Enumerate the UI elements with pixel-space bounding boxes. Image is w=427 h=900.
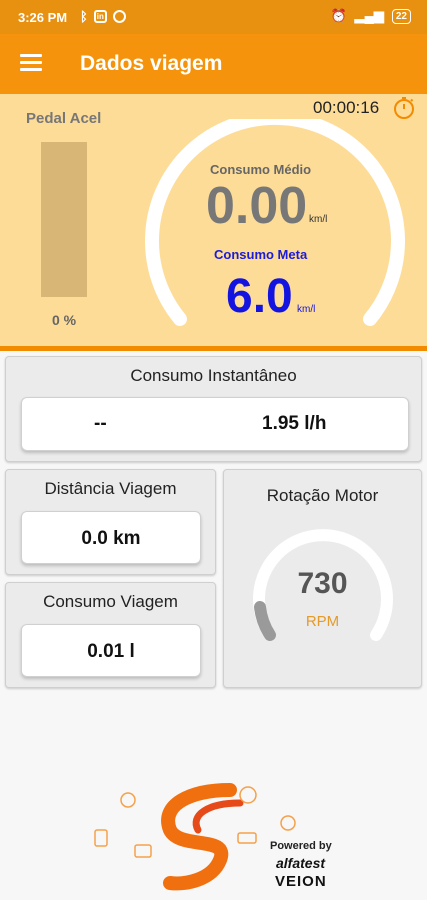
- battery-icon: 22: [391, 8, 411, 24]
- status-notification-icons: ᛒ in: [80, 9, 126, 24]
- menu-icon[interactable]: [20, 54, 42, 72]
- pedal-value: 0 %: [52, 312, 77, 328]
- pedal-bar: [41, 142, 87, 297]
- whatsapp-icon: [112, 10, 126, 23]
- alarm-icon: ⏰: [330, 8, 347, 23]
- alfatest-logo: alfatest: [276, 855, 326, 871]
- instant-consumption-title: Consumo Instantâneo: [130, 366, 297, 385]
- trip-timer: 00:00:16: [313, 98, 380, 117]
- consumo-meta-unit: km/l: [297, 304, 316, 315]
- distance-title: Distância Viagem: [44, 479, 177, 498]
- powered-by-label: Powered by: [270, 840, 332, 852]
- rpm-value: 730: [297, 567, 348, 600]
- rpm-title: Rotação Motor: [266, 486, 379, 505]
- stopwatch-icon[interactable]: [392, 96, 416, 120]
- rpm-unit: RPM: [305, 613, 340, 630]
- status-bar: 3:26 PM ᛒ in ⏰ ▂▄▆ 22: [0, 0, 427, 34]
- status-system-icons: ⏰ ▂▄▆ 22: [330, 8, 411, 24]
- app-bar: Dados viagem: [0, 34, 427, 94]
- distance-card: Distância Viagem 0.0 km: [5, 469, 216, 575]
- veion-logo: VEION: [275, 873, 327, 890]
- panel-divider: [0, 346, 427, 351]
- trip-consumption-title: Consumo Viagem: [43, 592, 178, 611]
- consumo-medio-unit: km/l: [309, 214, 328, 225]
- consumo-meta-label: Consumo Meta: [214, 247, 308, 262]
- consumo-medio-label: Consumo Médio: [210, 162, 312, 177]
- bluetooth-icon: ᛒ: [80, 9, 88, 24]
- pedal-label: Pedal Acel: [26, 110, 102, 127]
- instant-consumption-card: Consumo Instantâneo -- 1.95 l/h: [5, 356, 422, 462]
- instant-consumption-left-value: --: [94, 413, 107, 434]
- page-title: Dados viagem: [80, 52, 223, 75]
- consumption-panel: Pedal Acel 0 % 00:00:16 Consumo Médio 0.…: [0, 94, 427, 346]
- linkedin-icon: in: [93, 10, 107, 23]
- rpm-card: Rotação Motor 730 RPM: [223, 469, 422, 688]
- instant-consumption-value: 1.95 l/h: [262, 413, 327, 434]
- status-time: 3:26 PM: [18, 10, 68, 25]
- consumo-meta-value: 6.0: [226, 270, 293, 323]
- trip-consumption-card: Consumo Viagem 0.01 l: [5, 582, 216, 688]
- distance-value: 0.0 km: [21, 511, 201, 564]
- trip-consumption-value: 0.01 l: [21, 624, 201, 677]
- instant-consumption-box: -- 1.95 l/h: [21, 397, 409, 451]
- consumo-medio-value: 0.00: [206, 177, 308, 235]
- signal-icon: ▂▄▆: [354, 8, 384, 23]
